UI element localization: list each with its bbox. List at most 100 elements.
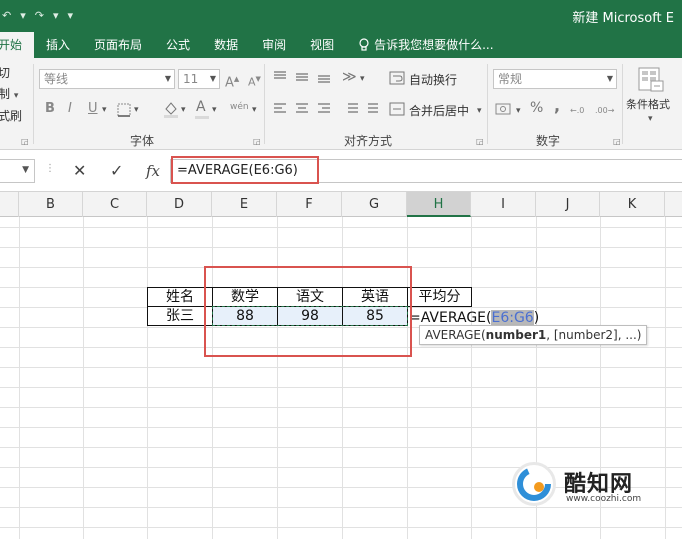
redo-dropdown-icon[interactable]: ▾ (53, 9, 59, 22)
cut-button[interactable]: 剪切 (0, 64, 10, 81)
group-separator (487, 64, 488, 144)
border-dropdown-icon[interactable]: ▾ (134, 102, 139, 118)
tab-data[interactable]: 数据 (202, 32, 250, 58)
orientation-dropdown-icon[interactable]: ▾ (360, 71, 365, 87)
column-header-i[interactable]: I (471, 192, 536, 217)
shrink-font-button[interactable]: A▼ (248, 71, 261, 91)
increase-decimal-icon[interactable]: ←.0 (570, 103, 584, 119)
chevron-down-icon: ▼ (606, 74, 613, 83)
comma-button[interactable]: , (554, 98, 560, 114)
cancel-icon[interactable]: ✕ (73, 162, 86, 180)
orientation-icon[interactable]: ≫ (342, 69, 357, 85)
tab-formulas[interactable]: 公式 (154, 32, 202, 58)
group-separator (622, 64, 623, 144)
undo-dropdown-icon[interactable]: ▾ (20, 9, 26, 22)
grid-line (0, 387, 682, 388)
grid-line (0, 527, 682, 528)
fill-color-dropdown-icon[interactable]: ▾ (181, 102, 186, 118)
font-color-swatch (195, 116, 209, 119)
cell-name-value[interactable]: 张三 (147, 306, 213, 326)
grow-font-button[interactable]: A▲ (225, 71, 239, 91)
phonetic-button[interactable]: wén (230, 99, 249, 115)
tab-view[interactable]: 视图 (298, 32, 346, 58)
font-group-label: 字体 (130, 134, 155, 148)
header-cell-name[interactable]: 姓名 (147, 287, 213, 307)
accounting-dropdown-icon[interactable]: ▾ (516, 103, 521, 119)
copy-button[interactable]: 复制 ▾ (0, 85, 18, 102)
italic-button[interactable]: I (68, 101, 72, 117)
column-header-e[interactable]: E (212, 192, 277, 217)
phonetic-dropdown-icon[interactable]: ▾ (252, 102, 257, 118)
vertical-align-icons[interactable] (272, 70, 336, 84)
watermark-url: www.coozhi.com (566, 494, 642, 504)
formula-input[interactable]: =AVERAGE(E6:G6) (170, 159, 682, 183)
accounting-format-icon[interactable] (495, 101, 513, 117)
font-size-select[interactable]: 11 ▼ (178, 69, 220, 89)
range-reference: E6:G6 (491, 310, 534, 326)
name-box[interactable]: ▼ (0, 159, 35, 183)
header-cell-math[interactable]: 数学 (212, 287, 278, 307)
redo-icon[interactable]: ↷ (35, 9, 44, 22)
format-painter-button[interactable]: 格式刷 (0, 107, 22, 124)
font-color-dropdown-icon[interactable]: ▾ (212, 102, 217, 118)
header-cell-average[interactable]: 平均分 (407, 287, 472, 307)
wrap-text-icon (389, 71, 405, 85)
percent-button[interactable]: % (530, 100, 543, 116)
number-launcher-icon[interactable]: ◲ (613, 137, 621, 146)
number-group-label: 数字 (536, 134, 561, 148)
group-separator (33, 64, 34, 144)
insert-function-icon[interactable]: fx (146, 162, 160, 180)
tab-home[interactable]: 开始 (0, 32, 35, 58)
range-marquee (212, 306, 408, 326)
tell-me-search[interactable]: 告诉我您想要做什么... (346, 32, 505, 58)
decrease-decimal-icon[interactable]: .00→ (595, 103, 614, 119)
column-header-b[interactable]: B (19, 192, 83, 217)
grid-line (0, 247, 682, 248)
font-launcher-icon[interactable]: ◲ (253, 137, 261, 146)
merge-dropdown-icon[interactable]: ▾ (477, 103, 482, 119)
clipboard-launcher-icon[interactable]: ◲ (21, 137, 29, 146)
undo-icon[interactable]: ↶ (2, 9, 11, 22)
conditional-format-dropdown-icon[interactable]: ▾ (648, 111, 653, 127)
lightbulb-icon (359, 38, 369, 51)
conditional-format-button[interactable]: 条件格式 (626, 96, 670, 112)
column-header-f[interactable]: F (277, 192, 342, 217)
tab-review[interactable]: 审阅 (250, 32, 298, 58)
underline-dropdown-icon[interactable]: ▾ (102, 102, 107, 118)
grid-line (342, 217, 343, 539)
grid-line (471, 217, 472, 539)
customize-qat-icon[interactable]: ▾ (68, 9, 74, 22)
alignment-launcher-icon[interactable]: ◲ (476, 137, 484, 146)
bold-button[interactable]: B (45, 101, 55, 117)
formula-bar-splitter-icon[interactable]: ⋮ (45, 163, 55, 174)
horizontal-align-icons[interactable] (272, 102, 336, 116)
confirm-icon[interactable]: ✓ (110, 162, 123, 180)
ribbon-tabs: 开始 插入 页面布局 公式 数据 审阅 视图 告诉我您想要做什么... (0, 30, 682, 58)
border-icon[interactable] (116, 102, 132, 118)
column-header-a[interactable] (0, 192, 19, 217)
indent-icons[interactable] (342, 102, 382, 116)
chevron-down-icon: ▼ (22, 165, 29, 175)
tab-insert[interactable]: 插入 (34, 32, 82, 58)
column-header-h[interactable]: H (407, 192, 471, 217)
column-header-j[interactable]: J (536, 192, 600, 217)
grid-line (0, 367, 682, 368)
column-header-d[interactable]: D (147, 192, 212, 217)
merge-center-button[interactable]: 合并后居中 (409, 102, 469, 119)
column-header-c[interactable]: C (83, 192, 147, 217)
fill-color-icon[interactable] (162, 100, 180, 118)
font-name-select[interactable]: 等线 ▼ (39, 69, 175, 89)
watermark: 酷知网 www.coozhi.com (508, 458, 658, 514)
wrap-text-button[interactable]: 自动换行 (409, 71, 457, 88)
underline-button[interactable]: U (88, 101, 98, 117)
chevron-down-icon: ▼ (164, 74, 171, 83)
tab-page-layout[interactable]: 页面布局 (82, 32, 154, 58)
column-header-k[interactable]: K (600, 192, 665, 217)
grid-line (19, 217, 20, 539)
font-color-button[interactable]: A (196, 99, 206, 115)
column-header-g[interactable]: G (342, 192, 407, 217)
header-cell-chinese[interactable]: 语文 (277, 287, 343, 307)
header-cell-english[interactable]: 英语 (342, 287, 408, 307)
number-format-select[interactable]: 常规 ▼ (493, 69, 617, 89)
copy-dropdown-icon: ▾ (13, 91, 19, 101)
